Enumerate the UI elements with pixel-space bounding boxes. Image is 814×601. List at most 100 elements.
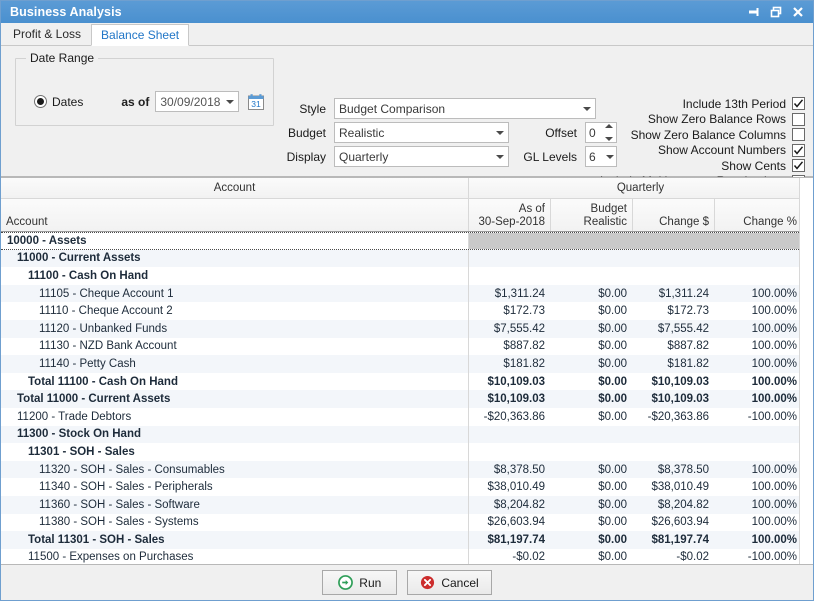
dates-radio[interactable] xyxy=(34,95,47,108)
as-of-date-input[interactable]: 30/09/2018 xyxy=(155,91,239,112)
table-row[interactable]: 11301 - SOH - Sales xyxy=(1,443,813,461)
offset-label: Offset xyxy=(519,126,577,140)
style-label: Style xyxy=(284,102,326,116)
calendar-icon[interactable]: 31 xyxy=(246,92,265,111)
table-row[interactable]: 11360 - SOH - Sales - Software$8,204.82$… xyxy=(1,496,813,514)
row-value-budget: $0.00 xyxy=(551,551,633,563)
budget-label: Budget xyxy=(284,126,326,140)
row-account-name: 11320 - SOH - Sales - Consumables xyxy=(1,461,469,479)
column-header-change-percent[interactable]: Change % xyxy=(715,199,803,231)
column-header-budget[interactable]: Budget Realistic xyxy=(551,199,633,231)
group-header-account[interactable]: Account xyxy=(1,178,469,198)
calendar-day-number: 31 xyxy=(251,99,261,109)
row-value-change-dollar: $172.73 xyxy=(633,305,715,317)
row-value-budget: $0.00 xyxy=(551,305,633,317)
check-icon xyxy=(793,145,804,156)
restore-icon[interactable] xyxy=(765,2,787,22)
table-row[interactable]: 11340 - SOH - Sales - Peripherals$38,010… xyxy=(1,478,813,496)
table-row[interactable]: 11105 - Cheque Account 1$1,311.24$0.00$1… xyxy=(1,285,813,303)
close-icon[interactable] xyxy=(787,2,809,22)
group-header-quarterly[interactable]: Quarterly xyxy=(469,178,813,198)
row-value-change-dollar: -$0.02 xyxy=(633,551,715,563)
checkbox-box[interactable] xyxy=(792,128,805,141)
row-value-change-percent: 100.00% xyxy=(715,464,803,476)
tab-profit-and-loss[interactable]: Profit & Loss xyxy=(3,23,91,45)
row-account-name: 11140 - Petty Cash xyxy=(1,355,469,373)
budget-select[interactable]: Realistic xyxy=(334,122,509,143)
table-row[interactable]: 11300 - Stock On Hand xyxy=(1,426,813,444)
budget-value: Realistic xyxy=(339,126,491,140)
table-row[interactable]: 11000 - Current Assets xyxy=(1,250,813,268)
checkbox-show-cents[interactable]: Show Cents xyxy=(721,158,805,174)
row-value-change-percent: 100.00% xyxy=(715,393,803,405)
row-value-as-of: $887.82 xyxy=(469,340,551,352)
column-header-as-of[interactable]: As of 30-Sep-2018 xyxy=(469,199,551,231)
checkbox-show-account-numbers[interactable]: Show Account Numbers xyxy=(658,143,805,159)
gl-levels-label: GL Levels xyxy=(519,150,577,164)
row-value-budget: $0.00 xyxy=(551,534,633,546)
balance-sheet-grid[interactable]: Account Quarterly Account As of 30-Sep-2… xyxy=(1,177,813,564)
budget-row: Budget Realistic Offset 0 xyxy=(284,122,617,143)
window-title: Business Analysis xyxy=(10,5,743,19)
checkbox-box[interactable] xyxy=(792,144,805,157)
table-row[interactable]: Total 11100 - Cash On Hand$10,109.03$0.0… xyxy=(1,373,813,391)
row-account-name: 11300 - Stock On Hand xyxy=(1,426,469,444)
check-icon xyxy=(793,98,804,109)
display-select[interactable]: Quarterly xyxy=(334,146,509,167)
row-account-name: 10000 - Assets xyxy=(1,233,469,249)
checkbox-label: Show Zero Balance Columns xyxy=(631,128,786,142)
checkbox-show-zero-balance-columns[interactable]: Show Zero Balance Columns xyxy=(631,127,805,143)
checkbox-label: Include 13th Period xyxy=(683,97,786,111)
row-value-change-dollar: $10,109.03 xyxy=(633,376,715,388)
checkbox-label: Show Account Numbers xyxy=(658,143,786,157)
run-button[interactable]: Run xyxy=(322,570,397,595)
row-value-budget: $0.00 xyxy=(551,376,633,388)
row-value-change-dollar: $7,555.42 xyxy=(633,323,715,335)
row-account-name: 11130 - NZD Bank Account xyxy=(1,338,469,356)
table-row[interactable]: 11110 - Cheque Account 2$172.73$0.00$172… xyxy=(1,302,813,320)
table-row[interactable]: 11500 - Expenses on Purchases-$0.02$0.00… xyxy=(1,549,813,564)
row-section-band xyxy=(469,233,813,249)
table-row[interactable]: 11200 - Trade Debtors-$20,363.86$0.00-$2… xyxy=(1,408,813,426)
table-row[interactable]: 11100 - Cash On Hand xyxy=(1,267,813,285)
table-row[interactable]: 11380 - SOH - Sales - Systems$26,603.94$… xyxy=(1,514,813,532)
row-value-as-of: -$20,363.86 xyxy=(469,411,551,423)
row-value-change-percent: 100.00% xyxy=(715,516,803,528)
display-label: Display xyxy=(284,150,326,164)
table-row[interactable]: 11140 - Petty Cash$181.82$0.00$181.82100… xyxy=(1,355,813,373)
tab-balance-sheet[interactable]: Balance Sheet xyxy=(91,24,189,46)
grid-right-strip xyxy=(799,178,813,564)
row-value-as-of: $10,109.03 xyxy=(469,393,551,405)
row-value-as-of: $8,378.50 xyxy=(469,464,551,476)
row-value-budget: $0.00 xyxy=(551,393,633,405)
cancel-button[interactable]: Cancel xyxy=(407,570,491,595)
row-value-budget: $0.00 xyxy=(551,288,633,300)
grid-body: 10000 - Assets11000 - Current Assets1110… xyxy=(1,232,813,564)
pin-icon[interactable] xyxy=(743,2,765,22)
column-header-change-dollar[interactable]: Change $ xyxy=(633,199,715,231)
checkbox-box[interactable] xyxy=(792,113,805,126)
row-value-as-of: $10,109.03 xyxy=(469,376,551,388)
table-row[interactable]: 11130 - NZD Bank Account$887.82$0.00$887… xyxy=(1,338,813,356)
row-value-budget: $0.00 xyxy=(551,481,633,493)
checkbox-box[interactable] xyxy=(792,97,805,110)
checkbox-include-13th-period[interactable]: Include 13th Period xyxy=(683,96,805,112)
row-value-budget: $0.00 xyxy=(551,499,633,511)
row-value-change-percent: 100.00% xyxy=(715,340,803,352)
row-value-change-dollar: $10,109.03 xyxy=(633,393,715,405)
checkbox-show-zero-balance-rows[interactable]: Show Zero Balance Rows xyxy=(648,112,805,128)
column-header-account[interactable]: Account xyxy=(1,199,469,231)
row-account-name: 11301 - SOH - Sales xyxy=(1,443,469,461)
table-row[interactable]: 11320 - SOH - Sales - Consumables$8,378.… xyxy=(1,461,813,479)
table-row[interactable]: Total 11301 - SOH - Sales$81,197.74$0.00… xyxy=(1,531,813,549)
row-account-name: 11380 - SOH - Sales - Systems xyxy=(1,514,469,532)
table-row[interactable]: 11120 - Unbanked Funds$7,555.42$0.00$7,5… xyxy=(1,320,813,338)
tabstrip: Profit & Loss Balance Sheet xyxy=(1,23,813,46)
row-value-change-dollar: $81,197.74 xyxy=(633,534,715,546)
style-select[interactable]: Budget Comparison xyxy=(334,98,596,119)
table-row[interactable]: Total 11000 - Current Assets$10,109.03$0… xyxy=(1,390,813,408)
report-options-panel: Date Range Dates as of 30/09/2018 31 xyxy=(1,46,813,177)
business-analysis-window: Business Analysis Profit xyxy=(0,0,814,601)
table-row[interactable]: 10000 - Assets xyxy=(1,232,813,250)
checkbox-box[interactable] xyxy=(792,159,805,172)
